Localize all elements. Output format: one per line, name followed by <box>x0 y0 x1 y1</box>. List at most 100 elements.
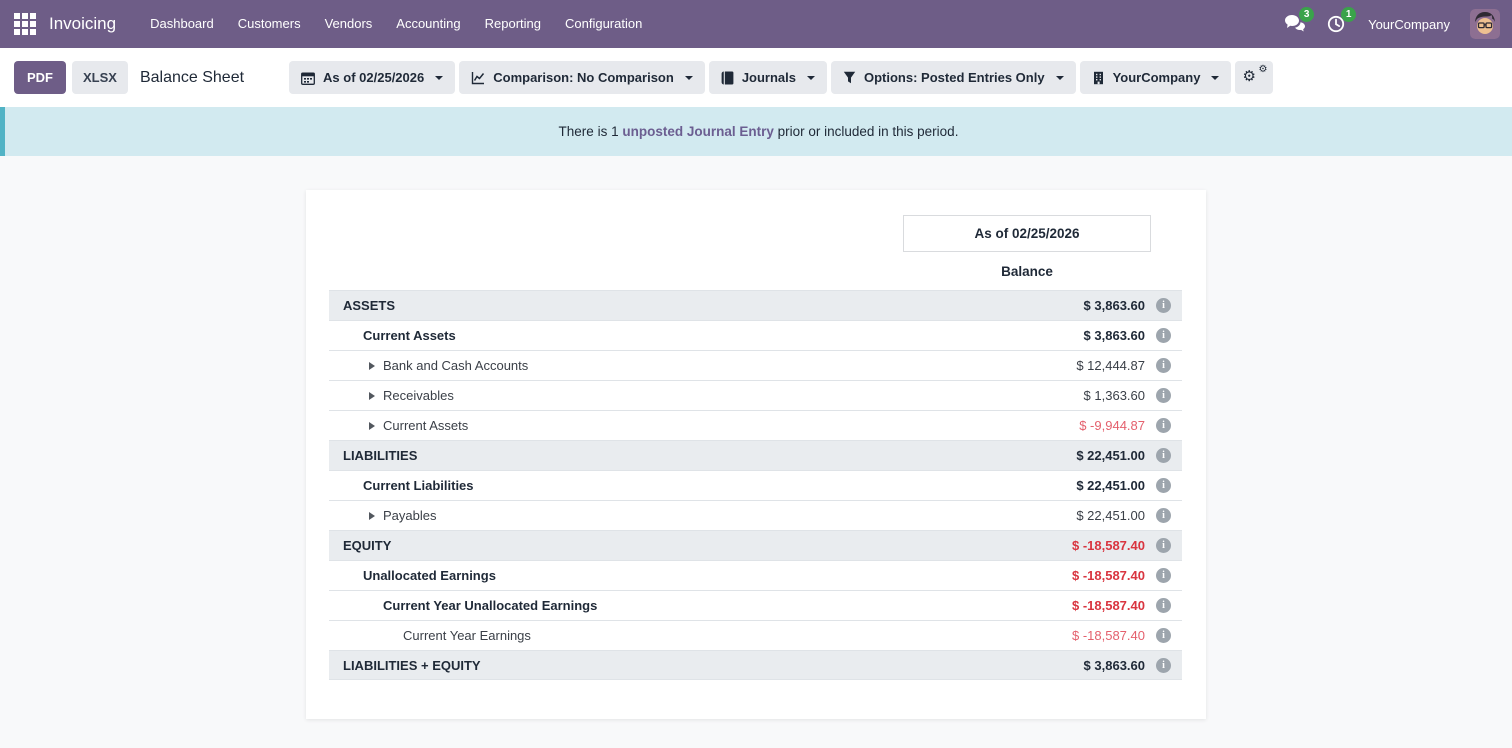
caret-right-icon <box>369 512 375 520</box>
date-filter-label: As of 02/25/2026 <box>323 70 424 85</box>
main-menu: Dashboard Customers Vendors Accounting R… <box>138 0 654 48</box>
gears-icon-small: ⚙ <box>1259 65 1268 75</box>
journals-filter-label: Journals <box>742 70 796 85</box>
info-icon[interactable]: i <box>1156 658 1171 673</box>
top-navbar: Invoicing Dashboard Customers Vendors Ac… <box>0 0 1512 48</box>
info-icon[interactable]: i <box>1156 478 1171 493</box>
gears-icon: ⚙ <box>1242 69 1255 84</box>
row-label: LIABILITIES <box>343 448 417 463</box>
banner-text-before: There is 1 <box>559 124 623 139</box>
balance-column-label: Balance <box>903 264 1151 279</box>
chevron-down-icon <box>1056 76 1064 80</box>
company-filter-label: YourCompany <box>1113 70 1201 85</box>
control-panel: PDF XLSX Balance Sheet As of 02/25/2026 … <box>0 48 1512 107</box>
info-icon[interactable]: i <box>1156 568 1171 583</box>
date-filter-button[interactable]: As of 02/25/2026 <box>289 61 455 94</box>
filter-bar: As of 02/25/2026 Comparison: No Comparis… <box>289 61 1273 94</box>
nav-item-vendors[interactable]: Vendors <box>313 0 385 48</box>
row-label: Current Assets <box>363 328 456 343</box>
report-column-header: As of 02/25/2026 <box>903 215 1151 252</box>
row-label: Receivables <box>383 388 454 403</box>
export-xlsx-button[interactable]: XLSX <box>72 61 128 94</box>
balance-sheet-card: As of 02/25/2026 Balance ASSETS $ 3,863.6… <box>306 190 1206 719</box>
row-value: $ -18,587.40 <box>1072 568 1145 583</box>
options-filter-button[interactable]: Options: Posted Entries Only <box>831 61 1076 94</box>
info-icon[interactable]: i <box>1156 598 1171 613</box>
row-value: $ 22,451.00 <box>1076 478 1145 493</box>
messages-count-badge: 3 <box>1299 7 1314 22</box>
info-icon[interactable]: i <box>1156 358 1171 373</box>
app-name[interactable]: Invoicing <box>49 14 116 34</box>
nav-item-accounting[interactable]: Accounting <box>384 0 472 48</box>
line-chart-icon <box>471 71 485 85</box>
info-icon[interactable]: i <box>1156 538 1171 553</box>
apps-grid-icon[interactable] <box>14 13 36 35</box>
company-filter-button[interactable]: YourCompany <box>1080 61 1232 94</box>
table-row[interactable]: EQUITY $ -18,587.40 i <box>329 530 1182 560</box>
chevron-down-icon <box>1211 76 1219 80</box>
page-title: Balance Sheet <box>140 69 244 87</box>
comparison-filter-label: Comparison: No Comparison <box>493 70 674 85</box>
row-value: $ 1,363.60 <box>1084 388 1145 403</box>
table-row[interactable]: ASSETS $ 3,863.60 i <box>329 290 1182 320</box>
report-table: ASSETS $ 3,863.60 i Current Assets $ 3,863.6… <box>329 290 1182 680</box>
table-row[interactable]: Payables $ 22,451.00 i <box>329 500 1182 530</box>
info-icon[interactable]: i <box>1156 298 1171 313</box>
row-value: $ -18,587.40 <box>1072 538 1145 553</box>
export-pdf-button[interactable]: PDF <box>14 61 66 94</box>
table-row[interactable]: Current Liabilities$ 22,451.00i <box>329 470 1182 500</box>
activities-count-badge: 1 <box>1341 7 1356 22</box>
row-value: $ 12,444.87 <box>1076 358 1145 373</box>
table-row[interactable]: LIABILITIES + EQUITY $ 3,863.60 i <box>329 650 1182 680</box>
chevron-down-icon <box>435 76 443 80</box>
activities-icon[interactable]: 1 <box>1326 14 1348 34</box>
unposted-entries-banner: There is 1 unposted Journal Entry prior … <box>0 107 1512 156</box>
row-value: $ -9,944.87 <box>1079 418 1145 433</box>
nav-item-configuration[interactable]: Configuration <box>553 0 654 48</box>
row-value: $ 22,451.00 <box>1076 448 1145 463</box>
chevron-down-icon <box>685 76 693 80</box>
unposted-journal-entry-link[interactable]: unposted Journal Entry <box>622 124 774 139</box>
caret-right-icon <box>369 422 375 430</box>
info-icon[interactable]: i <box>1156 628 1171 643</box>
row-value: $ 3,863.60 <box>1084 298 1145 313</box>
info-icon[interactable]: i <box>1156 418 1171 433</box>
user-company-name[interactable]: YourCompany <box>1368 17 1450 32</box>
comparison-filter-button[interactable]: Comparison: No Comparison <box>459 61 705 94</box>
table-row[interactable]: Current Assets $ 3,863.60 i <box>329 320 1182 350</box>
table-row[interactable]: Current Year Unallocated Earnings $ -18,5… <box>329 590 1182 620</box>
info-icon[interactable]: i <box>1156 388 1171 403</box>
row-label: ASSETS <box>343 298 395 313</box>
row-value: $ 22,451.00 <box>1076 508 1145 523</box>
row-value: $ -18,587.40 <box>1072 598 1145 613</box>
row-label: Unallocated Earnings <box>363 568 496 583</box>
table-row[interactable]: Bank and Cash Accounts$ 12,444.87i <box>329 350 1182 380</box>
user-avatar[interactable] <box>1470 9 1500 39</box>
table-row[interactable]: Receivables $ 1,363.60 i <box>329 380 1182 410</box>
row-value: $ -18,587.40 <box>1072 628 1145 643</box>
journals-filter-button[interactable]: Journals <box>709 61 827 94</box>
row-label: LIABILITIES + EQUITY <box>343 658 481 673</box>
row-label: Payables <box>383 508 436 523</box>
row-value: $ 3,863.60 <box>1084 658 1145 673</box>
info-icon[interactable]: i <box>1156 448 1171 463</box>
info-icon[interactable]: i <box>1156 508 1171 523</box>
row-label: Current Assets <box>383 418 468 433</box>
nav-item-reporting[interactable]: Reporting <box>473 0 553 48</box>
report-settings-button[interactable]: ⚙ ⚙ <box>1235 61 1273 94</box>
table-row[interactable]: Current Assets $ -9,944.87 i <box>329 410 1182 440</box>
table-row[interactable]: Current Year Earnings$ -18,587.40i <box>329 620 1182 650</box>
info-icon[interactable]: i <box>1156 328 1171 343</box>
row-label: EQUITY <box>343 538 391 553</box>
nav-item-customers[interactable]: Customers <box>226 0 313 48</box>
filter-funnel-icon <box>843 71 856 84</box>
messages-icon[interactable]: 3 <box>1284 14 1306 34</box>
table-row[interactable]: Unallocated Earnings $ -18,587.40 i <box>329 560 1182 590</box>
table-row[interactable]: LIABILITIES $ 22,451.00 i <box>329 440 1182 470</box>
chevron-down-icon <box>807 76 815 80</box>
nav-item-dashboard[interactable]: Dashboard <box>138 0 226 48</box>
caret-right-icon <box>369 392 375 400</box>
row-label: Current Year Unallocated Earnings <box>383 598 597 613</box>
journal-book-icon <box>721 71 734 85</box>
row-value: $ 3,863.60 <box>1084 328 1145 343</box>
